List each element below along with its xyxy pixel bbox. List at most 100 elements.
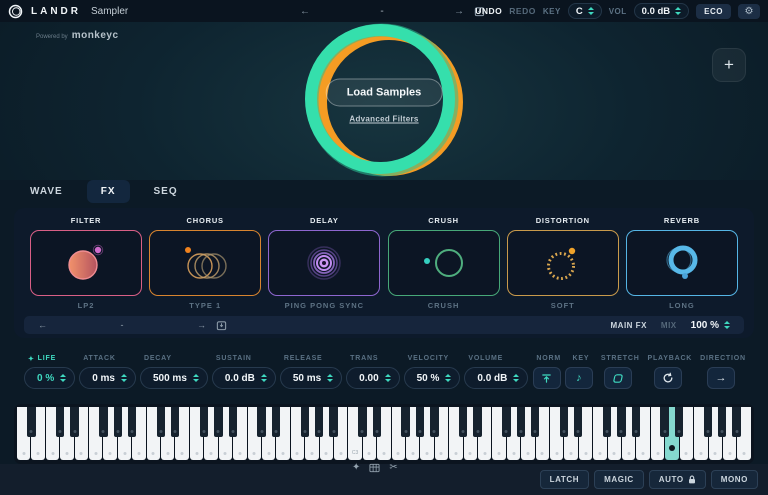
key-follow-button[interactable]: ♪ [564, 367, 593, 389]
normalize-button[interactable] [532, 367, 561, 389]
grid-icon[interactable] [369, 463, 380, 473]
key-dot [130, 430, 134, 434]
fx-card-distortion-box[interactable] [506, 230, 619, 296]
black-key[interactable] [228, 407, 238, 438]
black-key[interactable] [271, 407, 281, 438]
tab-fx[interactable]: FX [86, 180, 130, 203]
stepper-icon[interactable] [587, 7, 594, 15]
sustain-stepper[interactable]: 0.0 dB [211, 367, 276, 389]
trans-stepper[interactable]: 0.00 [346, 367, 400, 389]
black-key[interactable] [372, 407, 381, 438]
fx-card-filter-box[interactable] [30, 230, 142, 296]
scissors-icon[interactable]: ✂ [389, 462, 397, 473]
fx-card-reverb-box[interactable] [625, 230, 738, 296]
black-key[interactable] [574, 407, 583, 438]
black-key[interactable] [329, 407, 338, 438]
black-key[interactable] [415, 407, 425, 438]
black-key[interactable] [559, 407, 569, 438]
black-key[interactable] [401, 407, 410, 438]
mix-stepper[interactable]: 100 % [691, 320, 730, 331]
fx-card-delay-box[interactable] [268, 230, 381, 296]
stepper-icon[interactable] [724, 321, 730, 329]
black-key[interactable] [27, 407, 36, 438]
black-key[interactable] [703, 407, 712, 438]
black-key[interactable] [171, 407, 180, 438]
attack-stepper[interactable]: 0 ms [79, 367, 136, 389]
key-dot [454, 452, 458, 455]
tab-wave[interactable]: WAVE [16, 180, 77, 203]
preset-name[interactable]: - [310, 6, 454, 17]
parameter-row: ✦ LIFE 0 % ATTACK 0 ms DECAY 500 ms SUSTA… [24, 354, 746, 389]
black-key[interactable] [473, 407, 482, 438]
black-key[interactable] [257, 407, 266, 438]
stretch-button[interactable] [604, 367, 633, 389]
preset-back-icon[interactable]: ← [300, 6, 310, 17]
toggle-label: DIRECTION [700, 355, 746, 362]
main-fx-button[interactable]: MAIN FX [611, 321, 647, 330]
black-key[interactable] [732, 407, 741, 438]
black-key[interactable] [516, 407, 525, 438]
eco-button[interactable]: ECO [696, 3, 731, 19]
param-value: 0 ms [92, 372, 115, 384]
latch-button[interactable]: LATCH [539, 470, 590, 489]
black-key[interactable] [127, 407, 137, 438]
load-samples-button[interactable]: Load Samples [325, 78, 443, 107]
black-key[interactable] [199, 407, 209, 438]
black-key[interactable] [502, 407, 511, 438]
fx-card-title: DELAY [310, 216, 339, 225]
key-dot [735, 430, 739, 434]
mono-button[interactable]: MONO [710, 470, 758, 489]
add-button[interactable]: + [712, 48, 746, 82]
playback-loop-button[interactable] [653, 367, 682, 389]
fx-save-icon[interactable] [216, 320, 227, 331]
black-key[interactable] [458, 407, 468, 438]
black-key[interactable] [718, 407, 727, 438]
velocity-stepper[interactable]: 50 % [403, 367, 461, 389]
param-sustain: SUSTAIN 0.0 dB [211, 354, 276, 389]
magic-sparkle-icon[interactable]: ✦ [352, 462, 360, 473]
black-key[interactable] [631, 407, 641, 438]
black-key[interactable] [300, 407, 309, 438]
tab-seq[interactable]: SEQ [140, 180, 192, 203]
preset-forward-icon[interactable]: → [454, 6, 464, 17]
key-stepper[interactable]: C [567, 3, 602, 19]
fx-card-distortion: DISTORTION SOFT [506, 216, 619, 310]
black-key[interactable] [156, 407, 166, 438]
vol-stepper[interactable]: 0.0 dB [633, 3, 690, 19]
fx-preset-back-icon[interactable]: ← [38, 320, 47, 330]
life-stepper[interactable]: 0 % [24, 367, 76, 389]
loop-icon [663, 372, 673, 383]
decay-stepper[interactable]: 500 ms [139, 367, 208, 389]
magic-button[interactable]: MAGIC [594, 470, 644, 489]
keyboard-panel: C3 [14, 404, 754, 464]
black-key[interactable] [113, 407, 122, 438]
black-key[interactable] [602, 407, 612, 438]
fx-card-crush-box[interactable] [387, 230, 500, 296]
black-key[interactable] [660, 407, 669, 438]
release-stepper[interactable]: 50 ms [279, 367, 343, 389]
black-key[interactable] [530, 407, 540, 438]
black-key[interactable] [56, 407, 65, 438]
key-dot [324, 452, 328, 455]
black-key[interactable] [358, 407, 367, 438]
black-key[interactable] [70, 407, 79, 438]
fx-preset-forward-icon[interactable]: → [197, 320, 206, 330]
key-dot [742, 452, 746, 455]
auto-button[interactable]: AUTO [648, 470, 706, 489]
black-key[interactable] [674, 407, 684, 438]
fx-preset-name[interactable]: - [47, 320, 197, 330]
undo-button[interactable]: UNDO [475, 6, 502, 16]
black-key[interactable] [99, 407, 108, 438]
settings-button[interactable]: ⚙ [738, 3, 760, 19]
black-key[interactable] [214, 407, 223, 438]
advanced-filters-link[interactable]: Advanced Filters [349, 115, 418, 124]
direction-button[interactable]: → [706, 367, 735, 389]
black-key[interactable] [315, 407, 324, 438]
black-key[interactable] [430, 407, 439, 438]
volume-stepper[interactable]: 0.0 dB [464, 367, 529, 389]
stepper-icon[interactable] [675, 7, 682, 15]
fx-card-chorus-box[interactable] [149, 230, 262, 296]
key-dot [483, 452, 487, 455]
redo-button[interactable]: REDO [509, 6, 536, 16]
black-key[interactable] [617, 407, 626, 438]
